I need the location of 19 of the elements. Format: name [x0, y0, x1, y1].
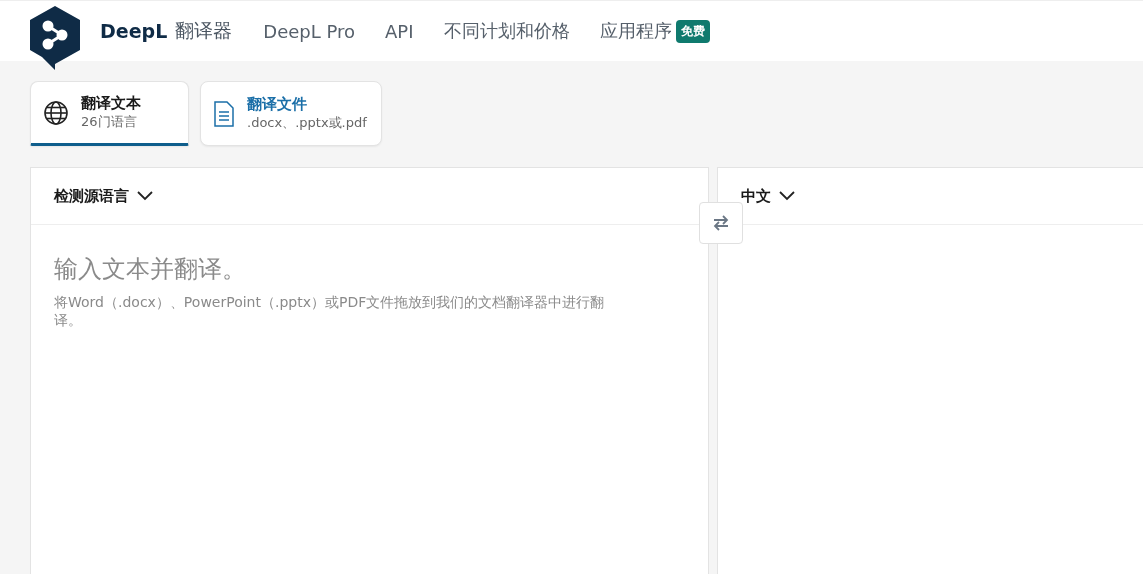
swap-languages-button[interactable] [699, 202, 743, 244]
chevron-down-icon [779, 191, 796, 201]
target-language-dropdown[interactable]: 中文 [741, 186, 796, 206]
swap-arrows-icon [712, 215, 730, 231]
nav-link[interactable]: API [385, 20, 414, 42]
free-badge: 免费 [675, 19, 710, 43]
chevron-down-icon [137, 191, 153, 201]
brand-name[interactable]: DeepL [100, 20, 168, 42]
nav-link[interactable]: DeepL Pro [263, 20, 355, 42]
globe-icon [43, 99, 69, 126]
source-language-dropdown[interactable]: 检测源语言 [54, 186, 153, 206]
product-name: 翻译器 [175, 18, 233, 43]
nav-link[interactable]: 不同计划和价格 [443, 19, 570, 43]
logo-icon[interactable] [28, 4, 82, 70]
document-icon [213, 100, 235, 127]
mode-tab[interactable]: 翻译文本 26门语言 [30, 81, 189, 146]
nav-link[interactable]: 应用程序 [599, 19, 672, 43]
mode-tab[interactable]: 翻译文件 .docx、.pptx或.pdf [200, 81, 382, 146]
drop-hint-text: 将Word（.docx）、PowerPoint（.pptx）或PDF文件拖放到我们的文档翻译器中进行翻译。 [54, 293, 606, 330]
